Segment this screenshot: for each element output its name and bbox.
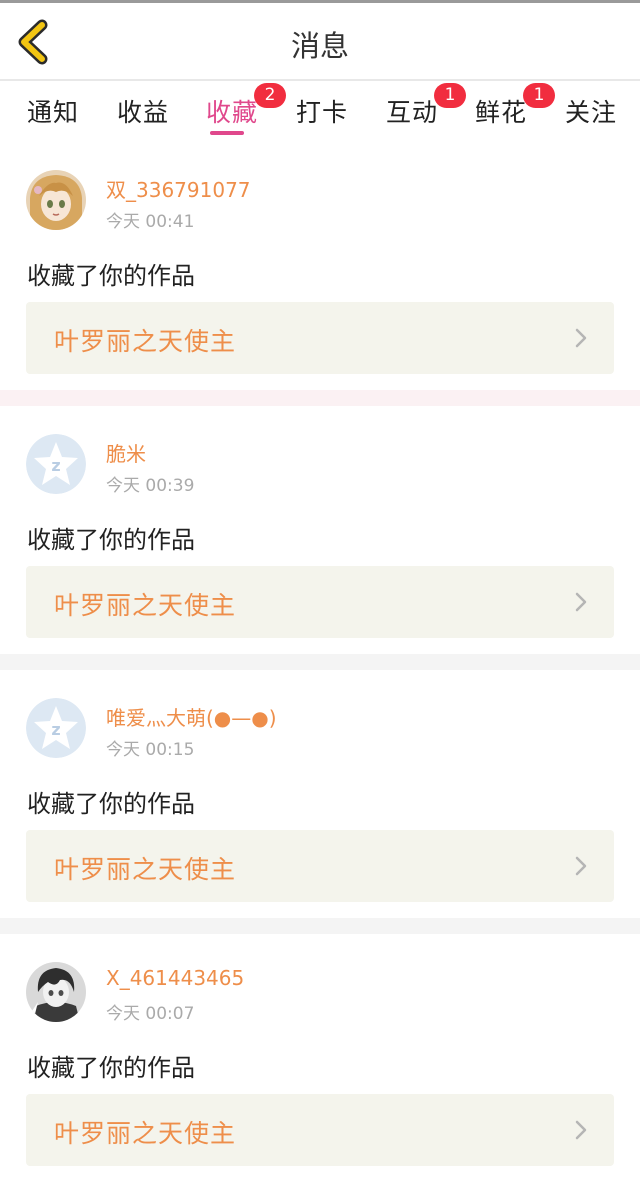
tab-favorites[interactable]: 收藏 2 bbox=[206, 83, 287, 137]
anime-girl-avatar-icon bbox=[26, 170, 86, 230]
timestamp: 今天 00:39 bbox=[106, 476, 195, 496]
work-title: 叶罗丽之天使主 bbox=[54, 1119, 237, 1148]
username[interactable]: 双_336791077 bbox=[106, 174, 251, 203]
timestamp: 今天 00:15 bbox=[106, 740, 195, 760]
anime-boy-avatar-icon bbox=[26, 962, 86, 1022]
chevron-right-icon bbox=[575, 856, 587, 876]
tab-label: 收藏 bbox=[206, 98, 259, 127]
tab-label: 收益 bbox=[117, 98, 170, 127]
chevron-right-icon bbox=[575, 592, 587, 612]
action-text: 收藏了你的作品 bbox=[27, 790, 195, 818]
default-star-avatar-icon: z bbox=[26, 434, 86, 494]
action-text: 收藏了你的作品 bbox=[27, 1054, 195, 1082]
action-text: 收藏了你的作品 bbox=[27, 262, 195, 290]
tab-label: 鲜花 bbox=[475, 98, 528, 127]
tab-follow[interactable]: 关注 bbox=[565, 93, 617, 137]
chevron-right-icon bbox=[575, 328, 587, 348]
tab-bar: 通知 收益 收藏 2 打卡 互动 1 鲜花 1 关注 bbox=[0, 81, 640, 141]
svg-text:z: z bbox=[51, 720, 60, 739]
tab-label: 关注 bbox=[565, 98, 618, 127]
work-link[interactable]: 叶罗丽之天使主 bbox=[26, 830, 614, 902]
unread-badge: 1 bbox=[434, 83, 467, 108]
svg-text:z: z bbox=[51, 456, 60, 475]
work-link[interactable]: 叶罗丽之天使主 bbox=[26, 302, 614, 374]
message-item: z 脆米 今天 00:39 收藏了你的作品 叶罗丽之天使主 bbox=[0, 434, 640, 652]
avatar[interactable]: z bbox=[26, 434, 86, 494]
tab-earnings[interactable]: 收益 bbox=[117, 93, 169, 137]
timestamp: 今天 00:07 bbox=[106, 1004, 195, 1024]
avatar[interactable] bbox=[26, 170, 86, 230]
avatar[interactable]: z bbox=[26, 698, 86, 758]
message-item: z 唯爱灬大萌(●—●) 今天 00:15 收藏了你的作品 叶罗丽之天使主 bbox=[0, 698, 640, 916]
work-link[interactable]: 叶罗丽之天使主 bbox=[26, 566, 614, 638]
tab-interaction[interactable]: 互动 1 bbox=[386, 83, 467, 137]
username[interactable]: 唯爱灬大萌(●—●) bbox=[106, 702, 277, 731]
tab-label: 互动 bbox=[386, 98, 439, 127]
item-separator bbox=[0, 654, 640, 670]
page-title: 消息 bbox=[290, 29, 349, 63]
active-tab-indicator bbox=[210, 131, 244, 135]
item-separator bbox=[0, 918, 640, 934]
tab-notice[interactable]: 通知 bbox=[27, 93, 79, 137]
work-title: 叶罗丽之天使主 bbox=[54, 591, 237, 620]
timestamp: 今天 00:41 bbox=[106, 212, 195, 232]
work-title: 叶罗丽之天使主 bbox=[54, 327, 237, 356]
unread-badge: 2 bbox=[254, 83, 287, 108]
default-star-avatar-icon: z bbox=[26, 698, 86, 758]
chevron-right-icon bbox=[575, 1120, 587, 1140]
message-item: X_461443465 今天 00:07 收藏了你的作品 叶罗丽之天使主 bbox=[0, 962, 640, 1180]
header-bar: 消息 bbox=[0, 3, 640, 79]
action-text: 收藏了你的作品 bbox=[27, 526, 195, 554]
tab-label: 通知 bbox=[27, 98, 80, 127]
message-item: 双_336791077 今天 00:41 收藏了你的作品 叶罗丽之天使主 bbox=[0, 170, 640, 388]
username[interactable]: X_461443465 bbox=[106, 966, 244, 990]
tab-label: 打卡 bbox=[296, 98, 349, 127]
work-link[interactable]: 叶罗丽之天使主 bbox=[26, 1094, 614, 1166]
avatar[interactable] bbox=[26, 962, 86, 1022]
tab-checkin[interactable]: 打卡 bbox=[296, 93, 348, 137]
work-title: 叶罗丽之天使主 bbox=[54, 855, 237, 884]
unread-badge: 1 bbox=[523, 83, 556, 108]
tab-flowers[interactable]: 鲜花 1 bbox=[475, 83, 556, 137]
item-separator bbox=[0, 390, 640, 406]
username[interactable]: 脆米 bbox=[106, 438, 146, 467]
